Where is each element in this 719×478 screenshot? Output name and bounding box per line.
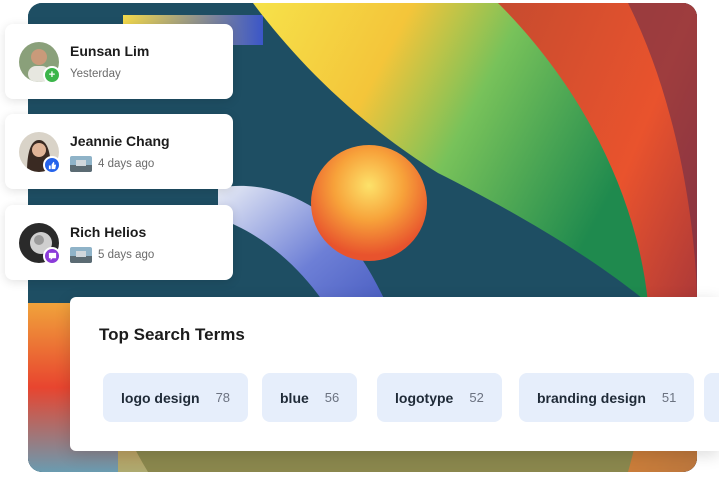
notification-meta: Yesterday <box>70 65 121 83</box>
notification-card[interactable]: + Eunsan Lim Yesterday <box>5 24 233 99</box>
search-term: branding design <box>537 389 646 406</box>
search-count: 51 <box>661 390 677 405</box>
search-term: logotype <box>395 389 454 406</box>
user-name: Eunsan Lim <box>70 43 150 59</box>
user-name: Rich Helios <box>70 224 147 240</box>
image-thumbnail <box>70 247 92 263</box>
search-term: logo design <box>121 389 200 406</box>
search-term-chip[interactable]: branding design 51 <box>519 373 695 422</box>
search-term-chip[interactable]: blue 56 <box>262 373 358 422</box>
search-count: 78 <box>215 390 231 405</box>
search-count: 56 <box>324 390 340 405</box>
timestamp: 5 days ago <box>98 249 155 261</box>
plus-icon: + <box>43 66 61 84</box>
timestamp: 4 days ago <box>98 158 155 170</box>
search-count: 52 <box>469 390 484 405</box>
search-term-chip-partial[interactable] <box>704 373 719 422</box>
notification-card[interactable]: Jeannie Chang 4 days ago <box>5 114 233 189</box>
search-term-chip[interactable]: logo design 78 <box>103 373 249 422</box>
user-name: Jeannie Chang <box>70 133 170 149</box>
notification-meta: 4 days ago <box>70 155 154 173</box>
search-term-chip[interactable]: logotype 52 <box>377 373 502 422</box>
panel-title: Top Search Terms <box>99 325 245 344</box>
notification-card[interactable]: Rich Helios 5 days ago <box>5 205 233 280</box>
thumbs-up-icon <box>43 156 61 174</box>
notification-meta: 5 days ago <box>70 246 154 264</box>
search-term: blue <box>280 389 309 406</box>
timestamp: Yesterday <box>70 68 121 80</box>
comment-icon <box>43 247 61 265</box>
image-thumbnail <box>70 156 92 172</box>
top-search-terms-panel: Top Search Terms logo design 78 blue 56 … <box>70 297 719 451</box>
